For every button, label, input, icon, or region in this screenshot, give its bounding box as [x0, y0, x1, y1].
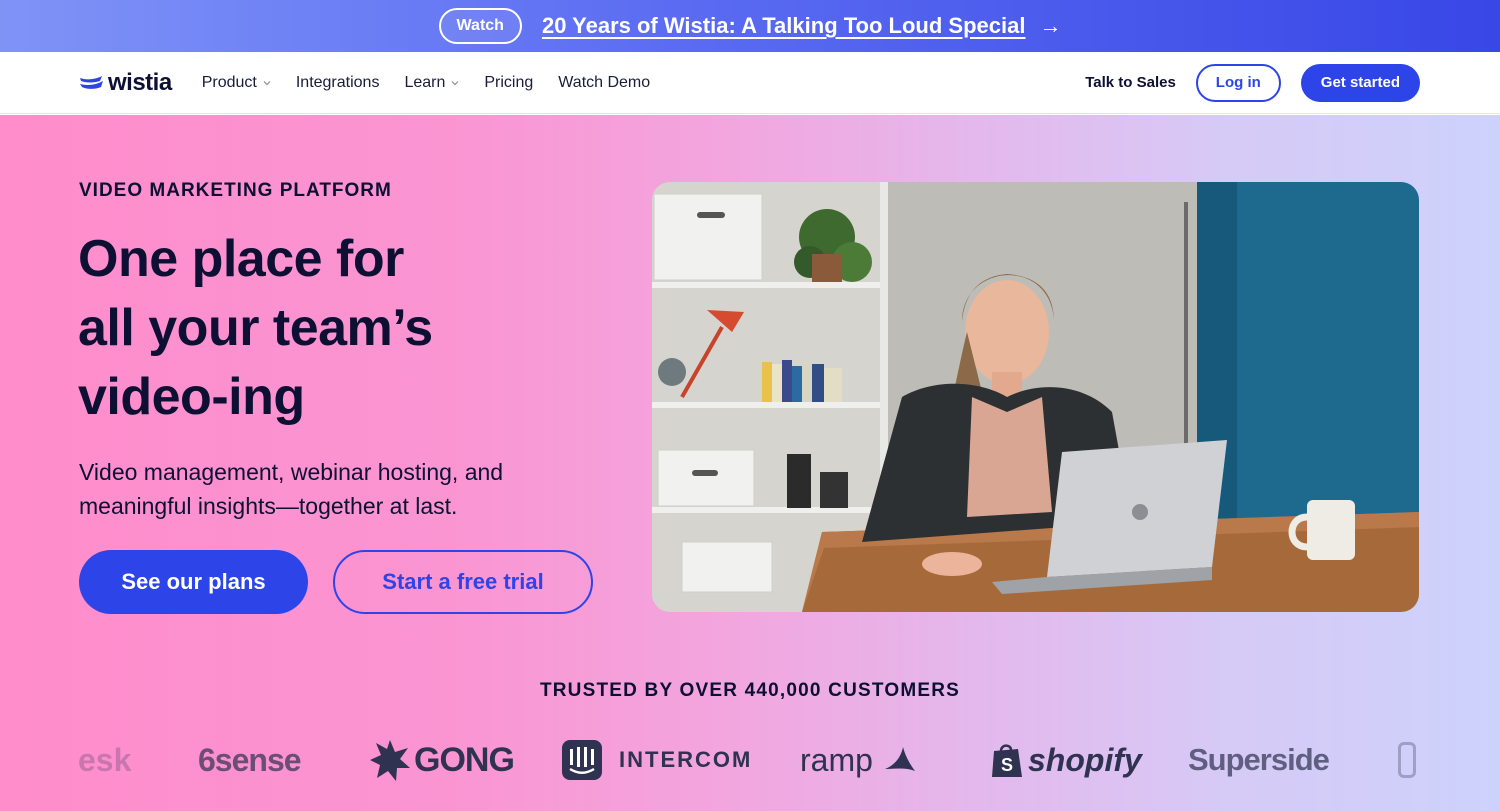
nav-watch-demo[interactable]: Watch Demo	[558, 74, 650, 92]
nav-pricing-label: Pricing	[484, 73, 534, 91]
nav-integrations-label: Integrations	[295, 73, 380, 91]
hero-title-line: all your team’s	[78, 299, 433, 357]
free-trial-button[interactable]: Start a free trial	[333, 550, 593, 614]
intercom-icon	[562, 740, 602, 780]
wistia-logo-icon	[80, 75, 103, 89]
nav-links: Product Integrations Learn Pricing Watch…	[202, 74, 650, 92]
hero-video-thumbnail[interactable]	[652, 182, 1419, 612]
logo-zendesk-text: esk	[78, 741, 132, 778]
nav-actions: Talk to Sales Log in Get started	[1085, 63, 1420, 102]
nav-watch-demo-label: Watch Demo	[558, 73, 651, 91]
nav-product-label: Product	[201, 73, 257, 91]
logo-shopify-text: shopify	[1028, 741, 1142, 778]
hero-section: VIDEO MARKETING PLATFORM One place for a…	[0, 115, 1500, 811]
nav-learn-label: Learn	[404, 73, 446, 91]
logo-intercom-text: INTERCOM	[619, 747, 753, 772]
logo-gong-text: GONG	[414, 740, 515, 779]
video-scene-illustration	[652, 182, 1419, 612]
hero-subtitle-line: meaningful insights—together at last.	[79, 493, 458, 519]
ramp-wing-icon	[884, 747, 915, 771]
watch-button[interactable]: Watch	[438, 8, 522, 44]
nav-learn[interactable]: Learn	[404, 74, 459, 92]
logo-ramp-text: ramp	[800, 741, 873, 778]
logo-partial	[1398, 730, 1416, 790]
hero-title: One place for all your team’s video-ing	[78, 225, 598, 432]
gong-burst-icon	[370, 740, 410, 781]
arrow-right-icon[interactable]: →	[1039, 13, 1061, 39]
see-plans-button[interactable]: See our plans	[79, 550, 308, 614]
nav-pricing[interactable]: Pricing	[484, 74, 533, 92]
hero-title-line: One place for	[78, 230, 404, 288]
logo-ramp: ramp	[800, 730, 917, 790]
shopify-bag-icon: S	[992, 744, 1022, 777]
logo-intercom: INTERCOM	[561, 730, 752, 790]
logo-partial-shape	[1398, 742, 1416, 778]
announcement-link[interactable]: 20 Years of Wistia: A Talking Too Loud S…	[542, 13, 1026, 39]
logo-superside: Superside	[1188, 730, 1330, 790]
talk-to-sales-link[interactable]: Talk to Sales	[1085, 74, 1176, 91]
hero-title-line: video-ing	[78, 368, 305, 426]
trusted-heading: TRUSTED BY OVER 440,000 CUSTOMERS	[539, 680, 961, 701]
logo-6sense: 6sense	[198, 730, 302, 790]
nav-integrations[interactable]: Integrations	[296, 74, 380, 92]
chevron-down-icon	[451, 80, 459, 85]
logo-wordmark: wistia	[108, 68, 172, 96]
logo-shopify: S shopify	[990, 730, 1142, 790]
logo-6sense-text: 6sense	[198, 741, 302, 778]
hero-eyebrow: VIDEO MARKETING PLATFORM	[79, 180, 392, 201]
hero-subtitle: Video management, webinar hosting, and m…	[79, 455, 599, 523]
login-button[interactable]: Log in	[1195, 63, 1281, 102]
wistia-logo[interactable]: wistia	[80, 69, 172, 97]
main-nav: wistia Product Integrations Learn Pricin…	[0, 52, 1500, 114]
chevron-down-icon	[263, 80, 271, 85]
customer-logos: esk 6sense GONG INTERCOM ramp S shopify …	[78, 730, 1420, 790]
nav-product[interactable]: Product	[202, 74, 271, 92]
logo-superside-text: Superside	[1188, 742, 1330, 777]
logo-zendesk: esk	[78, 730, 131, 790]
get-started-button[interactable]: Get started	[1300, 63, 1420, 102]
logo-gong: GONG	[368, 730, 515, 790]
svg-text:S: S	[1001, 755, 1013, 775]
hero-subtitle-line: Video management, webinar hosting, and	[79, 459, 504, 485]
announcement-bar: Watch 20 Years of Wistia: A Talking Too …	[0, 0, 1500, 52]
